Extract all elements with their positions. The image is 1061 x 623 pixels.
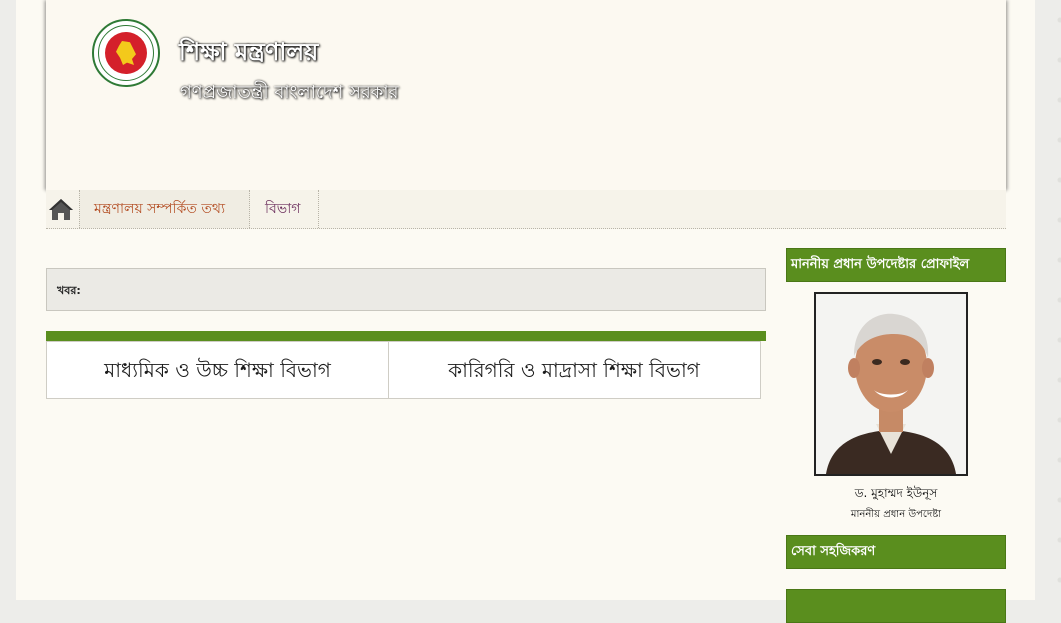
nav-tab-ministry-info[interactable]: মন্ত্রণালয় সম্পর্কিত তথ্য (79, 190, 250, 228)
news-label: খবর: (57, 284, 81, 297)
sidebar-next-heading (786, 589, 1006, 623)
chief-adviser-photo[interactable] (814, 292, 968, 476)
nav-tab-divisions[interactable]: বিভাগ (251, 190, 319, 228)
profile-name: ড. মুহাম্মদ ইউনূস (854, 486, 938, 500)
main-navigation: মন্ত্রণালয় সম্পর্কিত তথ্য বিভাগ (46, 190, 1006, 229)
government-seal-logo[interactable] (92, 19, 160, 87)
secondary-higher-education-link[interactable]: মাধ্যমিক ও উচ্চ শিক্ষা বিভাগ (47, 342, 389, 398)
site-title[interactable]: শিক্ষা মন্ত্রণালয় (179, 34, 318, 74)
department-links: মাধ্যমিক ও উচ্চ শিক্ষা বিভাগ কারিগরি ও ম… (46, 341, 761, 399)
profile-role: মাননীয় প্রধান উপদেষ্টা (850, 509, 942, 520)
home-icon[interactable] (46, 194, 76, 224)
profile-heading[interactable]: মাননীয় প্রধান উপদেষ্টার প্রোফাইল (786, 248, 1006, 282)
news-ticker: খবর: (46, 268, 766, 311)
service-simplification-heading[interactable]: সেবা সহজিকরণ (786, 535, 1006, 569)
departments-bar (46, 331, 766, 341)
technical-madrasah-education-link[interactable]: কারিগরি ও মাদ্রাসা শিক্ষা বিভাগ (388, 342, 760, 398)
site-subtitle: গণপ্রজাতন্ত্রী বাংলাদেশ সরকার (180, 82, 399, 103)
